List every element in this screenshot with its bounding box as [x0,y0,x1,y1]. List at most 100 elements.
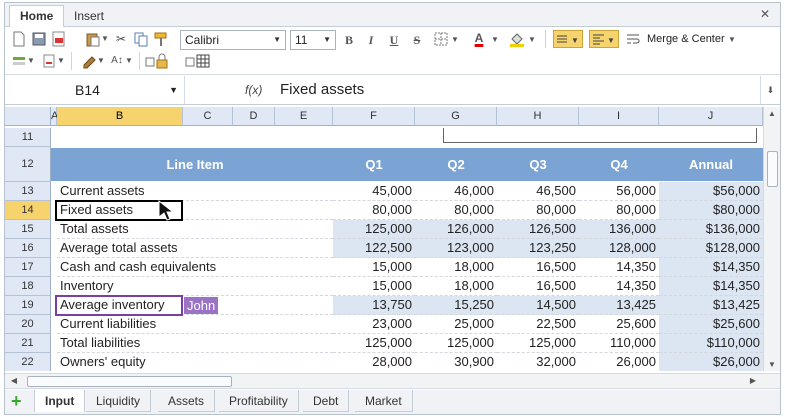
row-header-21[interactable]: 21 [5,334,51,353]
value-cell[interactable]: 125,000 [497,334,579,353]
column-header-e[interactable]: E [275,107,333,126]
formula-input[interactable]: Fixed assets [280,76,364,104]
scroll-down-icon[interactable]: ▼ [764,360,780,369]
column-header-i[interactable]: I [579,107,659,126]
value-cell[interactable]: $128,000 [659,239,763,258]
row-label[interactable]: Inventory [57,277,333,296]
value-cell[interactable]: $56,000 [659,182,763,201]
row-header-12[interactable]: 12 [5,147,51,182]
select-all-corner[interactable] [5,107,51,126]
row-header-11[interactable]: 11 [5,128,51,147]
new-file-icon[interactable] [11,31,27,47]
value-cell[interactable]: 26,000 [579,353,659,371]
row-header-14[interactable]: 14 [5,201,51,220]
fill-color-icon[interactable] [509,31,525,47]
value-cell[interactable]: 16,500 [497,258,579,277]
value-cell[interactable]: 126,500 [497,220,579,239]
sheet-tab-liquidity[interactable]: Liquidity [86,390,152,412]
font-size-select[interactable]: 11 ▼ [290,30,336,50]
value-cell[interactable]: 18,000 [415,258,497,277]
scroll-left-icon[interactable]: ◀ [9,376,19,385]
delete-row-icon[interactable] [41,53,57,69]
vertical-align-button[interactable]: ▼ [553,30,583,48]
spreadsheet-grid[interactable]: A B C D E F G H I J 11 12 Line Item Q1 Q2 Q3 Q4 Annual 13 C… [5,107,763,371]
value-cell[interactable]: 110,000 [579,334,659,353]
value-cell[interactable]: $14,350 [659,258,763,277]
column-header-b[interactable]: B [57,107,183,126]
column-header-d[interactable]: D [233,107,275,126]
sheet-tab-assets[interactable]: Assets [158,390,216,412]
value-cell[interactable]: $13,425 [659,296,763,315]
horizontal-scrollbar[interactable]: ◀ ▶ [5,373,780,389]
save-icon[interactable] [31,31,47,47]
tab-insert[interactable]: Insert [63,5,115,27]
name-box[interactable]: B14 ▼ [5,76,185,104]
bold-button[interactable]: B [341,32,357,48]
strikethrough-button[interactable]: S [409,32,425,48]
italic-button[interactable]: I [363,32,379,48]
row-label[interactable]: Average total assets [57,239,333,258]
value-cell[interactable]: 18,000 [415,277,497,296]
column-header-h[interactable]: H [497,107,579,126]
sort-icon[interactable]: A↕ [109,53,125,69]
expand-formula-icon[interactable]: ⬇ [760,76,780,104]
value-cell[interactable]: 136,000 [579,220,659,239]
value-cell[interactable]: 15,000 [333,258,415,277]
merge-dropdown-icon[interactable]: ▼ [728,32,736,48]
tab-home[interactable]: Home [9,5,65,28]
value-cell[interactable]: 22,500 [497,315,579,334]
value-cell[interactable]: 16,500 [497,277,579,296]
function-icon[interactable]: f(x) [245,76,262,104]
fill-color-dropdown-icon[interactable]: ▼ [528,32,536,48]
value-cell[interactable]: 13,750 [333,296,415,315]
vertical-scroll-thumb[interactable] [767,151,778,187]
value-cell[interactable]: 30,900 [415,353,497,371]
scroll-right-icon[interactable]: ▶ [748,376,758,385]
value-cell[interactable]: 125,000 [333,334,415,353]
sheet-tab-debt[interactable]: Debt [303,390,350,412]
value-cell[interactable]: 56,000 [579,182,659,201]
value-cell[interactable]: $80,000 [659,201,763,220]
vertical-scrollbar[interactable]: ▲ ▼ [763,107,780,371]
borders-dropdown-icon[interactable]: ▼ [451,32,459,48]
value-cell[interactable]: 125,000 [415,334,497,353]
sort-dropdown-icon[interactable]: ▼ [125,53,133,69]
value-cell[interactable]: $26,000 [659,353,763,371]
sheet-tab-market[interactable]: Market [355,390,413,412]
paste-icon[interactable] [85,31,101,47]
format-painter-icon[interactable] [153,31,169,47]
value-cell[interactable]: 28,000 [333,353,415,371]
row-header-13[interactable]: 13 [5,182,51,201]
row-header-18[interactable]: 18 [5,277,51,296]
row-label[interactable]: Total liabilities [57,334,333,353]
value-cell[interactable]: 123,250 [497,239,579,258]
value-cell[interactable]: 23,000 [333,315,415,334]
value-cell[interactable]: 25,600 [579,315,659,334]
collapse-ribbon-icon[interactable]: ✕ [760,7,770,21]
insert-row-icon[interactable] [11,53,27,69]
value-cell[interactable]: 46,500 [497,182,579,201]
value-cell[interactable]: 15,000 [333,277,415,296]
row-label[interactable]: Total assets [57,220,333,239]
value-cell[interactable]: 14,350 [579,258,659,277]
borders-icon[interactable] [433,31,449,47]
add-sheet-icon[interactable]: + [11,392,22,410]
font-name-select[interactable]: Calibri ▼ [180,30,286,50]
row-label[interactable]: Owners' equity [57,353,333,371]
value-cell[interactable]: $25,600 [659,315,763,334]
paste-dropdown-icon[interactable]: ▼ [101,31,109,47]
row-label[interactable]: Cash and cash equivalents [57,258,333,277]
column-header-c[interactable]: C [183,107,233,126]
value-cell[interactable]: 128,000 [579,239,659,258]
value-cell[interactable]: 80,000 [415,201,497,220]
row-header-19[interactable]: 19 [5,296,51,315]
merge-center-button[interactable]: Merge & Center [647,31,725,47]
value-cell[interactable]: $136,000 [659,220,763,239]
row-header-17[interactable]: 17 [5,258,51,277]
column-header-j[interactable]: J [659,107,763,126]
value-cell[interactable]: 14,500 [497,296,579,315]
column-header-f[interactable]: F [333,107,415,126]
row-label[interactable]: Current assets [57,182,333,201]
value-cell[interactable]: 122,500 [333,239,415,258]
value-cell[interactable]: 13,425 [579,296,659,315]
